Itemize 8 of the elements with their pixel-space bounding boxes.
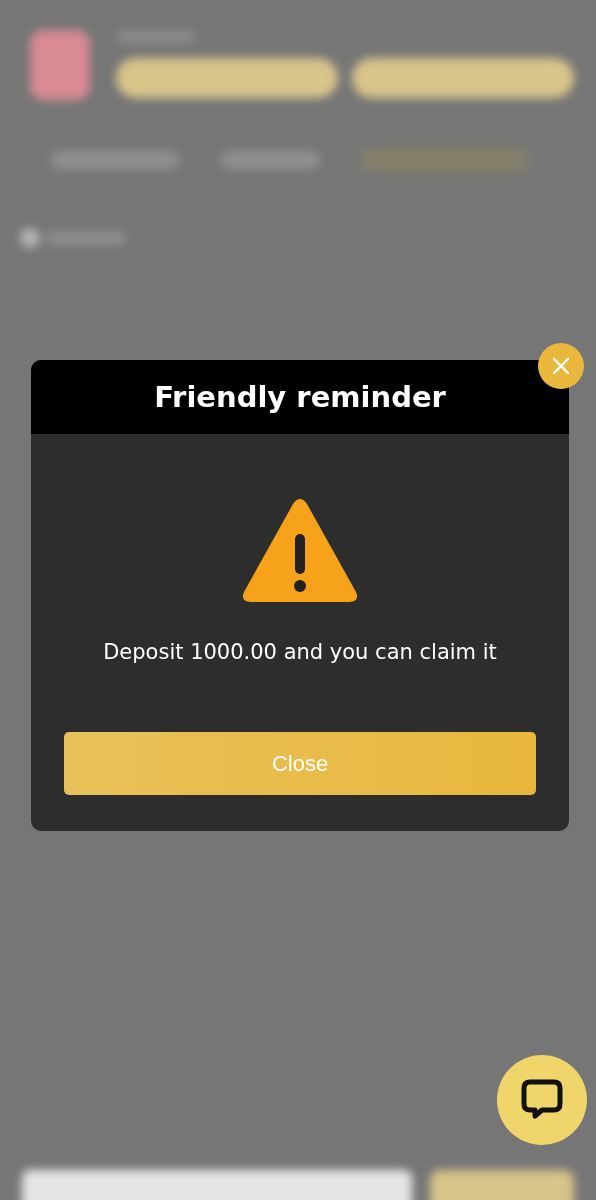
dialog-title: Friendly reminder [154, 380, 446, 414]
close-icon [551, 356, 571, 376]
close-dialog-button[interactable]: Close [64, 732, 536, 795]
app-logo [30, 30, 90, 100]
blurred-dot [20, 228, 40, 248]
close-button[interactable] [538, 343, 584, 389]
dialog-message: Deposit 1000.00 and you can claim it [103, 640, 497, 664]
chat-bubble-icon [520, 1078, 564, 1122]
